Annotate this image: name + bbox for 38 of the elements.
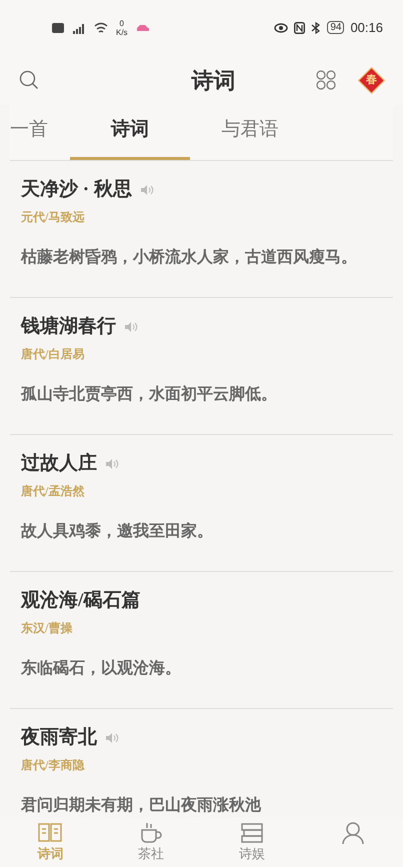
poem-title[interactable]: 过故人庄 xyxy=(21,451,97,477)
poem-meta: 唐代/孟浩然 xyxy=(21,483,86,499)
poem-verse: 东临碣石，以观沧海。 xyxy=(21,658,182,679)
poem-verse: 孤山寺北贾亭西，水面初平云脚低。 xyxy=(21,384,278,405)
bluetooth-icon xyxy=(311,22,322,34)
poem-title[interactable]: 钱塘湖春行 xyxy=(21,314,116,340)
eye-icon xyxy=(274,22,288,32)
tab[interactable]: 一首 xyxy=(10,104,70,160)
book-icon xyxy=(37,821,64,845)
speaker-icon[interactable] xyxy=(105,732,119,744)
poem-verse: 故人具鸡黍，邀我至田家。 xyxy=(21,521,214,542)
tab[interactable]: 与君语 xyxy=(190,104,310,160)
wifi-icon xyxy=(94,22,108,34)
person-icon xyxy=(340,821,366,845)
poem-meta: 唐代/白居易 xyxy=(21,346,86,362)
speaker-icon[interactable] xyxy=(140,184,154,196)
page-title: 诗词 xyxy=(192,66,236,94)
poem-meta: 唐代/李商隐 xyxy=(21,757,86,773)
poem-meta: 元代/马致远 xyxy=(21,209,86,225)
speed-unit: K/s xyxy=(116,28,128,36)
speaker-icon[interactable] xyxy=(105,458,119,470)
search-icon[interactable] xyxy=(19,70,39,90)
poem-title[interactable]: 夜雨寄北 xyxy=(21,725,97,751)
battery-level: 94 xyxy=(327,21,344,34)
spring-badge[interactable]: 春 xyxy=(358,67,384,93)
poem-verse: 枯藤老树昏鸦，小桥流水人家，古道西风瘦马。 xyxy=(21,247,358,268)
speed-value: 0 xyxy=(120,18,124,28)
poem-verse: 君问归期未有期，巴山夜雨涨秋池 xyxy=(21,795,262,816)
status-time: 00:16 xyxy=(350,18,383,37)
poem-title[interactable]: 观沧海/碣石篇 xyxy=(21,588,140,614)
speaker-icon[interactable] xyxy=(124,321,138,333)
books-icon xyxy=(238,821,265,845)
signal-icon xyxy=(72,22,86,34)
grid-icon[interactable] xyxy=(316,70,336,90)
tab[interactable]: 诗词 xyxy=(70,104,190,160)
poem-meta: 东汉/曹操 xyxy=(21,620,74,636)
poem-title[interactable]: 天净沙 · 秋思 xyxy=(21,177,132,203)
nfc-icon xyxy=(294,22,306,34)
